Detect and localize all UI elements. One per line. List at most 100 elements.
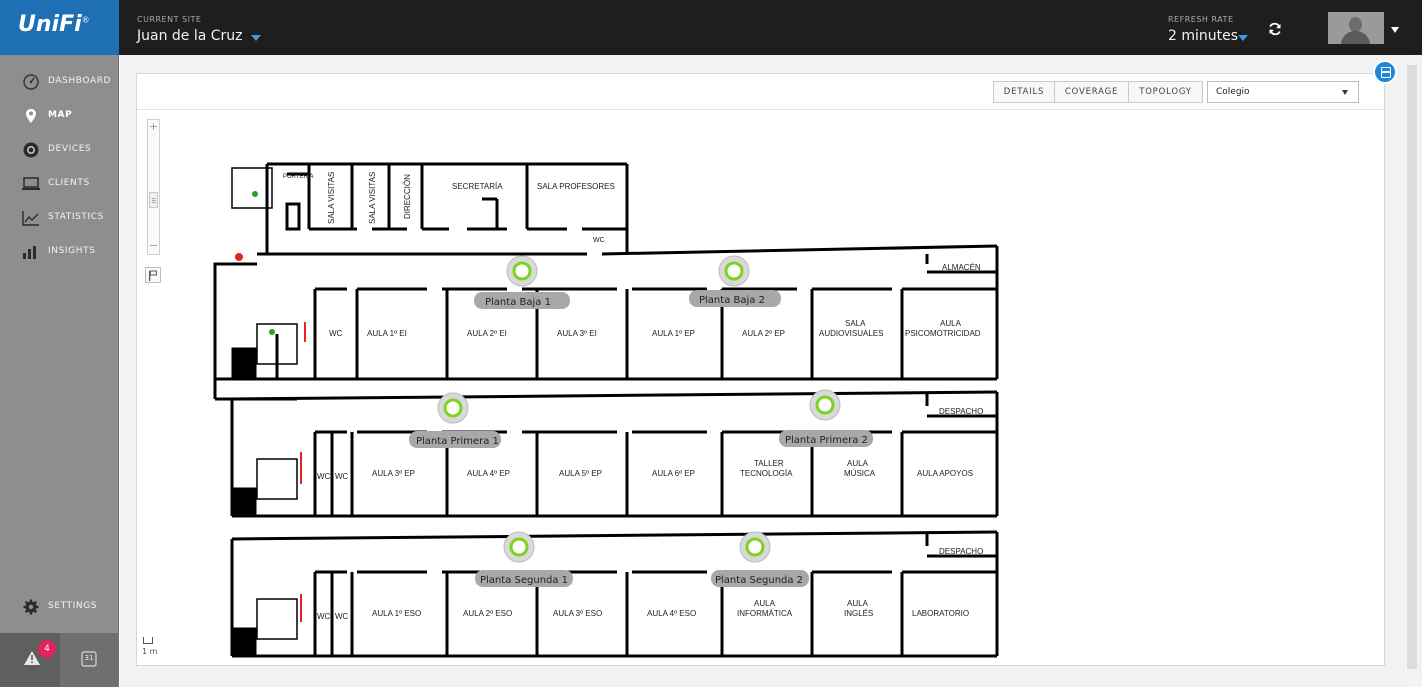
room-label: AULA — [940, 319, 962, 328]
sidebar-item-label: STATISTICS — [48, 212, 104, 222]
scrollbar-thumb[interactable] — [1407, 65, 1417, 669]
warning-icon — [24, 651, 40, 665]
room-label: AULA APOYOS — [917, 469, 973, 478]
room-label: SECRETARÍA — [452, 182, 503, 191]
scale-marker — [143, 637, 153, 644]
room-label: AUDIOVISUALES — [819, 329, 883, 338]
access-point-label: Planta Segunda 1 — [480, 575, 568, 586]
room-label: WC — [317, 612, 331, 621]
room-label: AULA 1º EI — [367, 329, 407, 338]
access-point-label: Planta Baja 2 — [699, 295, 765, 306]
room-label: PORTERÍA — [283, 173, 314, 180]
panel-toggle-icon[interactable] — [1373, 60, 1397, 84]
room-label: AULA 2º EP — [742, 329, 785, 338]
sidebar-item-clients[interactable]: CLIENTS — [0, 169, 119, 199]
calendar-day: 31 — [84, 654, 94, 662]
gear-icon — [23, 599, 39, 615]
sidebar-item-label: DASHBOARD — [48, 76, 112, 86]
map-select[interactable]: Colegio — [1207, 81, 1359, 103]
sidebar-item-devices[interactable]: DEVICES — [0, 135, 119, 165]
flag-icon — [149, 270, 157, 281]
sidebar-item-label: INSIGHTS — [48, 246, 96, 256]
toolbar-divider — [137, 109, 1386, 110]
room-label: WC — [593, 237, 605, 244]
scale-label: 1 m — [142, 647, 158, 656]
statistics-icon — [22, 211, 39, 226]
room-label: DIRECCIÓN — [403, 174, 412, 219]
room-label: SALA — [845, 319, 866, 328]
zoom-in-button[interactable]: + — [148, 120, 159, 134]
room-label: WC — [335, 612, 349, 621]
room-label: TECNOLOGÍA — [740, 469, 793, 478]
room-label: INGLÉS — [844, 609, 873, 618]
zoom-slider[interactable]: + − — [147, 119, 160, 255]
refresh-dropdown-icon[interactable] — [1238, 35, 1248, 41]
room-label: AULA 3º ESO — [553, 609, 602, 618]
current-site-value[interactable]: Juan de la Cruz — [137, 28, 243, 44]
top-bar: UniFi® CURRENT SITE Juan de la Cruz REFR… — [0, 0, 1422, 55]
refresh-rate-label: REFRESH RATE — [1168, 15, 1234, 24]
dashboard-icon — [23, 74, 39, 90]
room-label: PSICOMOTRICIDAD — [905, 329, 981, 338]
room-label: DESPACHO — [939, 407, 983, 416]
access-point-marker[interactable]: Planta Primera 1 — [409, 392, 501, 448]
map-pin-icon — [26, 109, 36, 123]
sidebar-item-dashboard[interactable]: DASHBOARD — [0, 67, 119, 97]
room-label: AULA 1º ESO — [372, 609, 421, 618]
sidebar-item-label: CLIENTS — [48, 178, 90, 188]
access-point-marker[interactable]: Planta Segunda 2 — [711, 531, 809, 587]
room-label: ALMACÉN — [942, 263, 981, 272]
room-label: SALA VISITAS — [327, 172, 336, 224]
room-label: AULA 2º ESO — [463, 609, 512, 618]
sidebar-item-map[interactable]: MAP — [0, 101, 119, 131]
room-label: AULA — [754, 599, 776, 608]
tab-details[interactable]: DETAILS — [993, 81, 1055, 103]
devices-icon — [23, 142, 39, 158]
tab-topology[interactable]: TOPOLOGY — [1128, 81, 1203, 103]
room-label: SALA PROFESORES — [537, 182, 615, 191]
main-content: DETAILS COVERAGE TOPOLOGY Colegio + − 1 … — [120, 55, 1422, 687]
access-point-label: Planta Baja 1 — [485, 297, 551, 308]
access-point-marker[interactable]: Planta Baja 2 — [689, 255, 781, 307]
sidebar-item-insights[interactable]: INSIGHTS — [0, 237, 119, 267]
room-label: DESPACHO — [939, 547, 983, 556]
calendar-button[interactable]: 31 — [62, 633, 119, 687]
access-point-marker[interactable]: Planta Segunda 1 — [475, 531, 573, 587]
room-label: AULA 5º EP — [559, 469, 602, 478]
room-label: AULA — [847, 459, 869, 468]
user-avatar-icon[interactable] — [1328, 12, 1384, 44]
zoom-handle[interactable] — [149, 192, 158, 208]
insights-icon — [23, 246, 36, 259]
alert-count-badge: 4 — [38, 640, 56, 658]
logo-area[interactable]: UniFi® — [0, 0, 119, 55]
tab-coverage[interactable]: COVERAGE — [1054, 81, 1129, 103]
access-point-marker[interactable]: Planta Primera 2 — [779, 389, 873, 447]
current-site-label: CURRENT SITE — [137, 15, 202, 24]
sidebar-item-settings[interactable]: SETTINGS — [0, 592, 119, 622]
room-label: MÚSICA — [844, 469, 876, 478]
reposition-button[interactable] — [145, 267, 161, 283]
app-window: UniFi® CURRENT SITE Juan de la Cruz REFR… — [0, 0, 1422, 687]
room-label: AULA 1º EP — [652, 329, 695, 338]
sidebar-item-label: DEVICES — [48, 144, 92, 154]
access-point-marker[interactable]: Planta Baja 1 — [474, 255, 570, 309]
map-select-value: Colegio — [1216, 87, 1250, 97]
room-label: AULA 4º ESO — [647, 609, 696, 618]
sidebar-footer: 4 31 — [0, 633, 119, 687]
room-label: AULA 3º EP — [372, 469, 415, 478]
room-label: WC — [317, 472, 331, 481]
sidebar-item-label: SETTINGS — [48, 601, 98, 611]
laptop-icon — [22, 177, 40, 190]
room-label: TALLER — [754, 459, 784, 468]
alerts-button[interactable]: 4 — [0, 633, 60, 687]
access-point-label: Planta Primera 2 — [785, 435, 868, 446]
chevron-down-icon — [1342, 90, 1348, 95]
zoom-out-button[interactable]: − — [148, 240, 159, 254]
sidebar-item-statistics[interactable]: STATISTICS — [0, 203, 119, 233]
refresh-icon[interactable] — [1268, 22, 1282, 36]
room-label: AULA 6º EP — [652, 469, 695, 478]
refresh-rate-value[interactable]: 2 minutes — [1168, 28, 1238, 44]
room-label: LABORATORIO — [912, 609, 969, 618]
user-menu-caret-icon[interactable] — [1391, 27, 1399, 33]
site-dropdown-icon[interactable] — [251, 35, 261, 41]
